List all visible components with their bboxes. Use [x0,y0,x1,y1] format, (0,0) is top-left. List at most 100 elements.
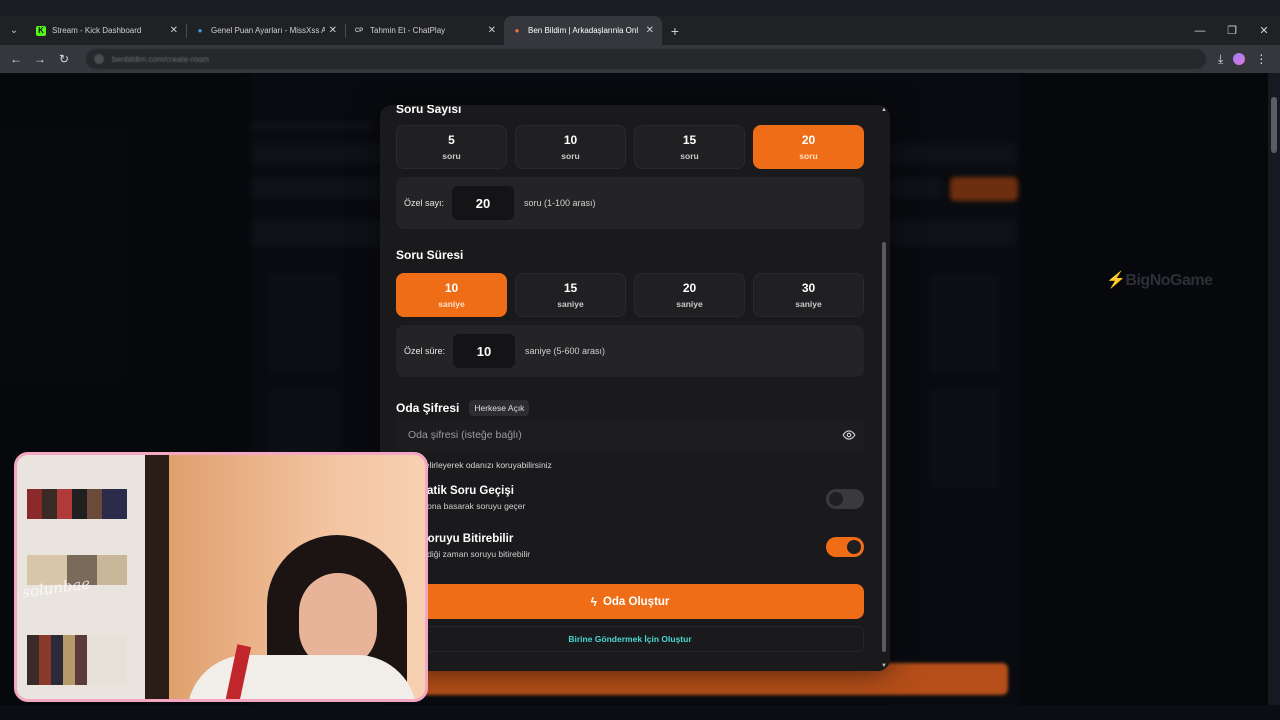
profile-avatar[interactable] [1233,53,1246,65]
minimize-icon[interactable]: — [1184,16,1216,45]
option-unit: soru [680,151,699,161]
restore-icon[interactable]: ❐ [1216,16,1248,45]
option-value: 30 [801,281,816,295]
option-unit: soru [561,151,580,161]
option-unit: soru [442,151,461,161]
address-bar[interactable]: benbildim.com/create-room [86,49,1206,69]
person-shirt [187,655,417,699]
modal-scrollbar-thumb[interactable] [882,242,886,652]
question-time-option-20[interactable]: 20 saniye [634,273,745,317]
public-badge: Herkese Açık [469,400,530,416]
question-count-options: 5 soru 10 soru 15 soru 20 soru [396,125,864,169]
custom-count-hint: soru (1-100 arası) [524,198,596,208]
create-for-someone-link[interactable]: Birine Göndermek İçin Oluştur [396,626,864,652]
finish-toggle[interactable] [826,537,864,557]
question-time-option-15[interactable]: 15 saniye [515,273,626,317]
auto-next-setting: natik Soru Geçişi utona basarak soruyu g… [420,485,525,511]
password-help-text: belirleyerek odanızı koruyabilirsiniz [420,460,552,470]
create-room-label: Oda Oluştur [602,595,670,608]
custom-time-input[interactable]: 10 [453,334,516,368]
option-value: 5 [448,133,455,147]
finish-desc: tediği zaman soruyu bitirebilir [420,549,531,559]
benbildim-favicon-icon: ● [514,25,520,35]
lightning-icon: ϟ [590,594,597,609]
option-unit: saniye [676,299,703,309]
question-count-title: Soru Sayısı [396,105,462,116]
toolbar-right: ⤓ ⋮ [1218,52,1267,67]
option-unit: saniye [557,299,584,309]
site-info-icon[interactable] [94,54,104,64]
option-unit: saniye [438,299,465,309]
books [27,489,127,519]
password-placeholder: Oda şifresi (isteğe bağlı) [408,429,522,441]
option-value: 15 [563,281,578,295]
finish-title: Soruyu Bitirebilir [420,533,514,545]
close-tab-icon[interactable]: ✕ [488,25,496,36]
question-count-option-5[interactable]: 5 soru [396,125,507,169]
question-time-option-10[interactable]: 10 saniye [396,273,507,317]
kick-favicon-icon: K [36,25,46,36]
question-time-title: Soru Süresi [396,248,464,262]
back-arrow-icon[interactable]: ← [4,45,28,73]
tab-genel-puan[interactable]: ● Genel Puan Ayarları - MissXss A ✕ [187,16,345,45]
page-scrollbar-thumb[interactable] [1271,97,1277,153]
option-value: 10 [563,133,578,147]
tab-tahmin-et[interactable]: CP Tahmin Et - ChatPlay ✕ [346,16,504,45]
custom-time-row: Özel süre: 10 saniye (5-600 arası) [396,325,864,377]
finish-setting: Soruyu Bitirebilir tediği zaman soruyu b… [420,533,530,559]
tab-label: Ben Bildim | Arkadaşlarınla Onl [528,26,639,35]
window-top-strip [0,0,1280,16]
door-frame [145,455,169,699]
custom-count-input[interactable]: 20 [452,186,515,220]
globe-favicon-icon: ● [197,25,203,35]
option-value: 20 [682,281,697,295]
reload-icon[interactable]: ↻ [52,45,76,73]
toggle-knob [847,540,861,554]
address-text: benbildim.com/create-room [112,54,209,64]
close-window-icon[interactable]: ✕ [1248,16,1280,45]
modal-scrollbar[interactable]: ▲ ▼ [880,105,888,671]
auto-next-toggle[interactable] [826,489,864,509]
password-title: Oda Şifresi [396,401,460,415]
scroll-up-icon[interactable]: ▲ [880,107,888,113]
new-tab-button[interactable]: + [662,23,688,39]
tab-search-dropdown-icon[interactable]: ⌄ [0,16,28,45]
chatplay-favicon-icon: CP [354,27,364,34]
eye-icon[interactable] [842,428,856,442]
create-room-button[interactable]: ϟ Oda Oluştur [396,584,864,619]
download-icon[interactable]: ⤓ [1218,52,1223,67]
custom-count-row: Özel sayı: 20 soru (1-100 arası) [396,177,864,229]
question-count-option-15[interactable]: 15 soru [634,125,745,169]
navigation-bar: ← → ↻ benbildim.com/create-room ⤓ ⋮ [0,45,1280,73]
close-tab-icon[interactable]: ✕ [170,25,178,36]
option-unit: soru [799,151,818,161]
forward-arrow-icon[interactable]: → [28,45,52,73]
question-time-option-30[interactable]: 30 saniye [753,273,864,317]
password-input[interactable]: Oda şifresi (isteğe bağlı) [396,419,864,451]
page-scrollbar[interactable] [1268,73,1280,705]
close-tab-icon[interactable]: ✕ [329,25,337,36]
watermark-text: BigNoGame [1125,272,1213,289]
window-controls: — ❐ ✕ [1184,16,1280,45]
auto-next-title: natik Soru Geçişi [420,485,514,497]
close-tab-icon[interactable]: ✕ [646,25,654,36]
tab-ben-bildim[interactable]: ● Ben Bildim | Arkadaşlarınla Onl ✕ [504,16,662,45]
option-value: 20 [801,133,816,147]
question-time-options: 10 saniye 15 saniye 20 saniye 30 saniye [396,273,864,317]
tab-label: Genel Puan Ayarları - MissXss A [211,26,325,35]
option-value: 10 [444,281,459,295]
scroll-down-icon[interactable]: ▼ [880,663,888,669]
menu-kebab-icon[interactable]: ⋮ [1255,52,1267,66]
question-count-option-10[interactable]: 10 soru [515,125,626,169]
question-count-option-20[interactable]: 20 soru [753,125,864,169]
custom-time-hint: saniye (5-600 arası) [525,346,606,356]
tab-label: Stream - Kick Dashboard [52,26,142,35]
toggle-knob [829,492,843,506]
password-header: Oda Şifresi Herkese Açık [396,400,530,416]
books [27,635,127,685]
tab-kick-dashboard[interactable]: K Stream - Kick Dashboard ✕ [28,16,186,45]
tab-label: Tahmin Et - ChatPlay [370,26,446,35]
auto-next-desc: utona basarak soruyu geçer [420,501,526,511]
option-value: 15 [682,133,697,147]
option-unit: saniye [795,299,822,309]
